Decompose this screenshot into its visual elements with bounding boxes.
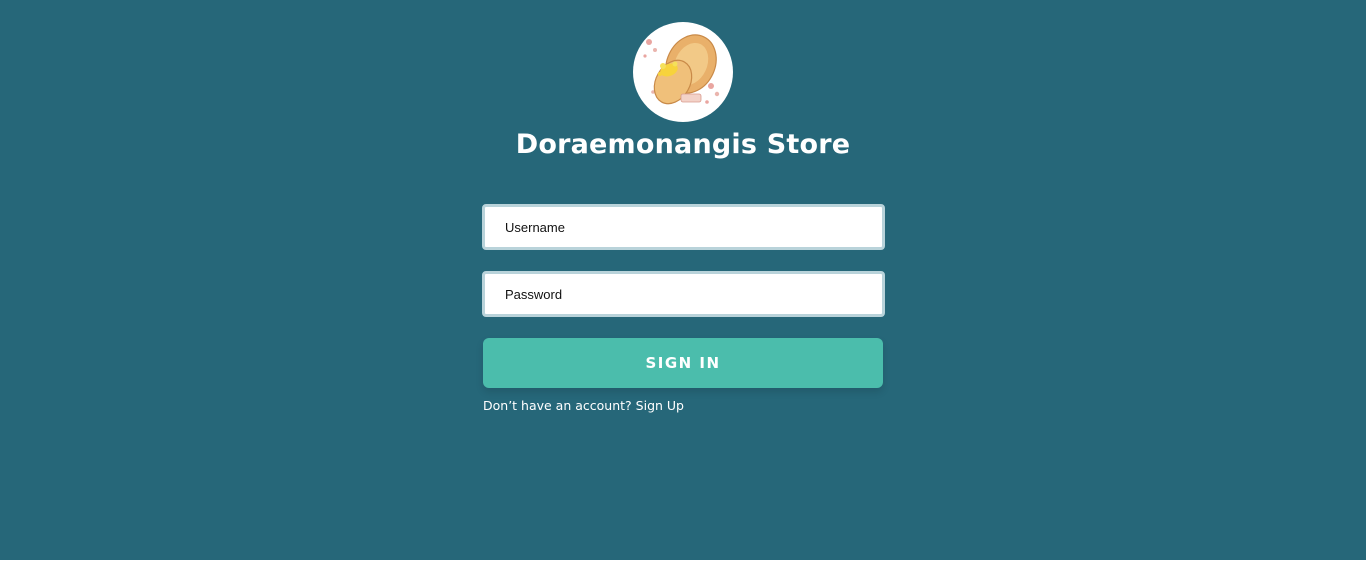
dorayaki-logo-icon <box>633 22 733 122</box>
username-input[interactable] <box>482 204 885 250</box>
sign-up-link[interactable]: Sign Up <box>636 398 684 413</box>
store-title: Doraemonangis Store <box>515 129 851 160</box>
login-page: Doraemonangis Store SIGN IN Don’t have a… <box>0 0 1366 560</box>
signup-prompt: Don’t have an account? Sign Up <box>483 397 684 415</box>
signup-prompt-text: Don’t have an account? <box>483 398 636 413</box>
password-input[interactable] <box>482 271 885 317</box>
sign-in-button[interactable]: SIGN IN <box>483 338 883 388</box>
